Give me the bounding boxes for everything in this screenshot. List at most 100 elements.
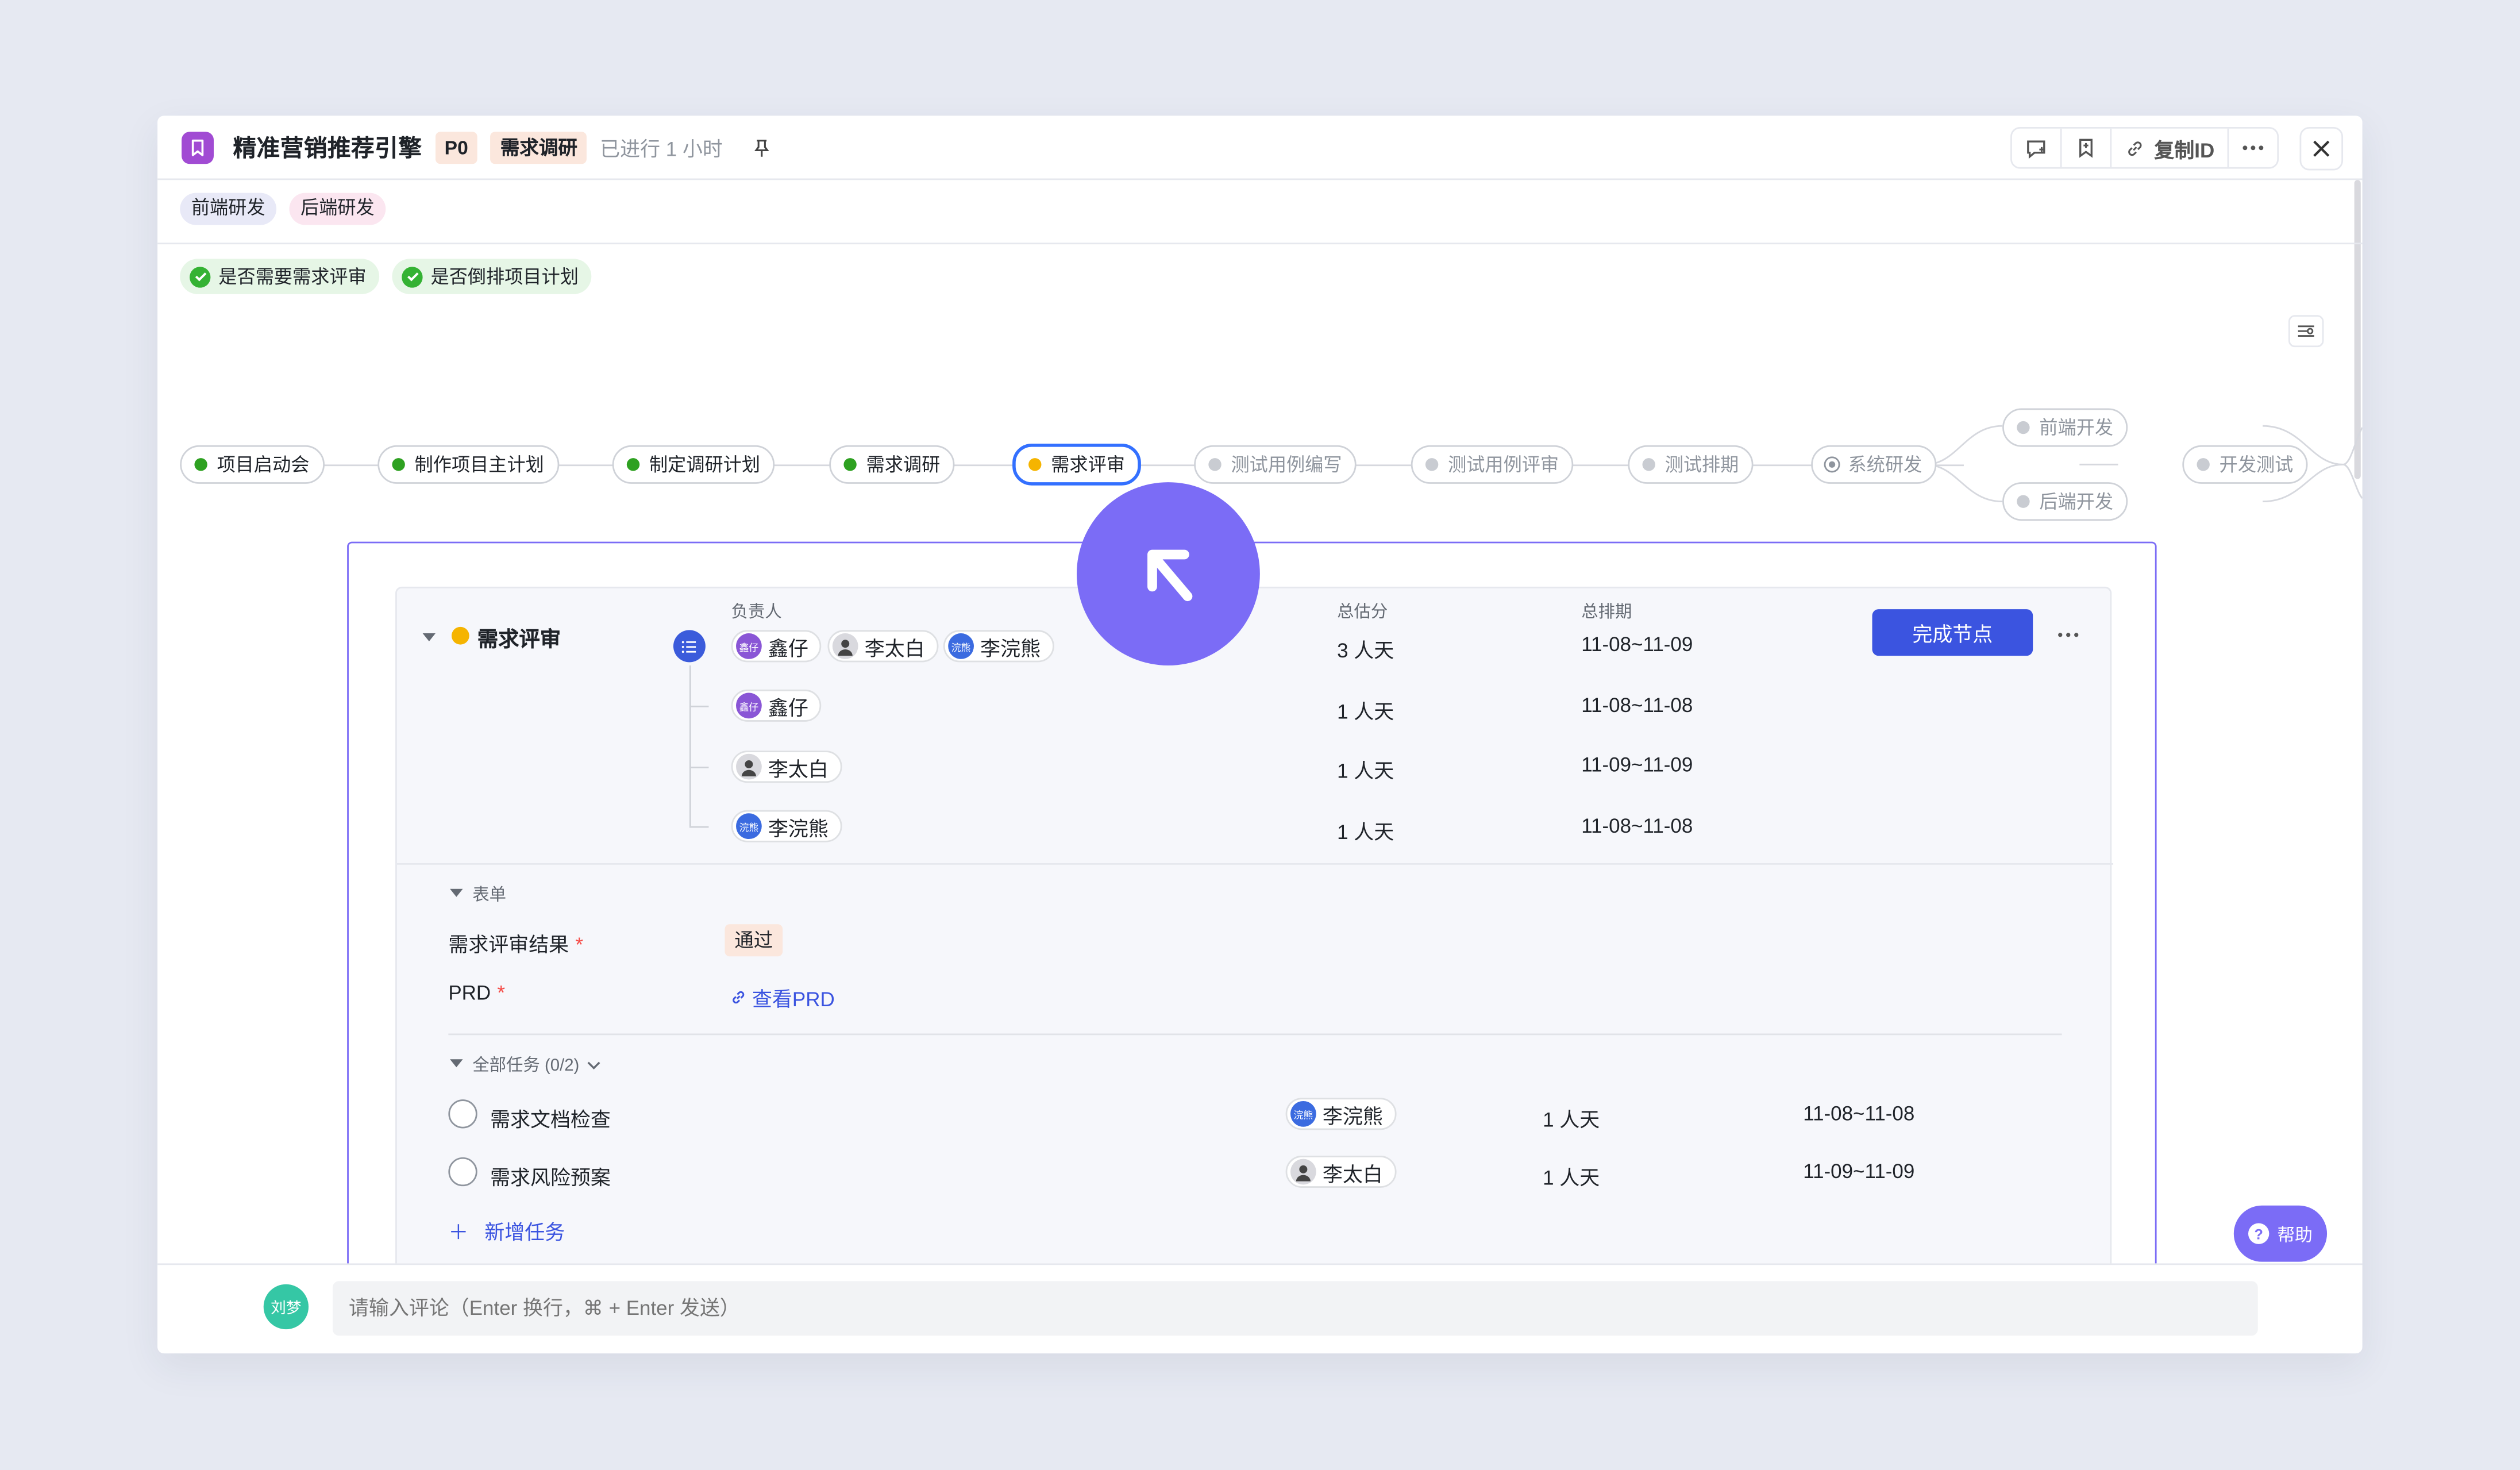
flow-node-dev-test[interactable]: 开发测试 <box>2182 445 2308 484</box>
flow-node-research[interactable]: 需求调研 <box>829 445 955 484</box>
tasks-section-title[interactable]: 全部任务 (0/2) <box>472 1053 600 1077</box>
flow-node-label: 系统研发 <box>1848 456 1922 476</box>
owner-chip[interactable]: 鑫仔 鑫仔 <box>731 630 822 663</box>
task-checkbox[interactable] <box>448 1099 477 1129</box>
node-detail-panel: 需求评审 负责人 总估分 总排期 鑫仔 鑫仔 李太白 浣熊 李浣熊 3 人天 1… <box>347 541 2157 1294</box>
close-button[interactable] <box>2299 126 2344 171</box>
task-name[interactable]: 需求风险预案 <box>490 1160 611 1191</box>
owner-name: 李浣熊 <box>980 637 1041 660</box>
flow-node-label: 需求调研 <box>866 456 941 476</box>
owner-name: 李浣熊 <box>768 817 829 840</box>
review-result-value[interactable]: 通过 <box>725 924 783 957</box>
bookmark-add-icon[interactable] <box>2063 128 2113 167</box>
phase-badge[interactable]: 需求调研 <box>490 130 587 163</box>
copy-id-button[interactable]: 复制ID <box>2113 128 2229 167</box>
pin-icon[interactable] <box>752 137 771 157</box>
row-schedule: 11-08~11-08 <box>1581 815 1693 838</box>
avatar: 浣熊 <box>736 813 762 840</box>
status-dot <box>1028 458 1042 471</box>
owner-chip[interactable]: 李太白 <box>1285 1156 1396 1188</box>
elapsed-time: 已进行 1 小时 <box>600 138 723 161</box>
divider <box>448 1033 2062 1036</box>
owner-name: 李太白 <box>768 757 829 780</box>
copy-id-label: 复制ID <box>2154 138 2215 162</box>
flow-node-test-schedule[interactable]: 测试排期 <box>1628 445 1754 484</box>
tag-backend[interactable]: 后端研发 <box>289 193 386 225</box>
chevron-down-icon <box>587 1061 600 1069</box>
priority-badge[interactable]: P0 <box>434 130 478 163</box>
check-reverse-plan[interactable]: 是否倒排项目计划 <box>392 259 592 294</box>
flow-node-frontend-dev[interactable]: 前端开发 <box>2002 408 2128 447</box>
schedule-header: 总排期 <box>1581 602 1632 622</box>
flow-node-label: 测试用例评审 <box>1448 456 1559 476</box>
avatar <box>736 753 762 780</box>
tag-frontend[interactable]: 前端研发 <box>180 193 277 225</box>
node-summary: 需求评审 负责人 总估分 总排期 鑫仔 鑫仔 李太白 浣熊 李浣熊 3 人天 1… <box>396 588 2114 865</box>
link-icon <box>2129 140 2143 155</box>
add-task-button[interactable]: ＋ 新增任务 <box>448 1215 565 1246</box>
status-dot <box>1208 458 1222 471</box>
status-dot <box>1825 458 1839 471</box>
owner-chip[interactable]: 浣熊 李浣熊 <box>731 810 842 842</box>
comment-icon[interactable] <box>2013 128 2063 167</box>
owner-chip[interactable]: 李太白 <box>731 751 842 783</box>
help-icon: ? <box>2248 1223 2269 1244</box>
flow-node-testcase-write[interactable]: 测试用例编写 <box>1194 445 1357 484</box>
complete-node-button[interactable]: 完成节点 <box>1872 609 2033 656</box>
prd-link[interactable]: 查看PRD <box>730 982 835 1013</box>
row-estimate: 1 人天 <box>1337 760 1394 783</box>
avatar: 鑫仔 <box>736 692 762 719</box>
flow-node-review[interactable]: 需求评审 <box>1012 443 1141 486</box>
comment-input[interactable] <box>332 1281 2258 1336</box>
bookmark-icon <box>182 130 214 163</box>
avatar: 鑫仔 <box>736 633 762 659</box>
node-title: 需求评审 <box>477 626 561 651</box>
flow-node-kickoff[interactable]: 项目启动会 <box>180 445 324 484</box>
window-header: 精准营销推荐引擎 P0 需求调研 已进行 1 小时 复制ID <box>157 116 2363 180</box>
status-dot <box>2197 458 2210 471</box>
help-button[interactable]: ? 帮助 <box>2233 1205 2328 1262</box>
flow-node-system-dev[interactable]: 系统研发 <box>1811 445 1937 484</box>
plus-icon: ＋ <box>448 1221 469 1244</box>
close-icon <box>2313 140 2330 157</box>
check-list: 是否需要需求评审 是否倒排项目计划 <box>180 259 592 294</box>
avatar: 浣熊 <box>948 633 974 659</box>
flow-node-backend-dev[interactable]: 后端开发 <box>2002 482 2128 521</box>
flow-node-label: 后端开发 <box>2039 493 2114 513</box>
task-schedule: 11-09~11-09 <box>1803 1160 1915 1183</box>
flow-node-label: 项目启动会 <box>217 456 310 476</box>
tree-branch <box>689 767 709 768</box>
owner-chip[interactable]: 鑫仔 鑫仔 <box>731 689 822 722</box>
check-requirement-review[interactable]: 是否需要需求评审 <box>180 259 380 294</box>
owner-chip[interactable]: 浣熊 李浣熊 <box>1285 1098 1396 1130</box>
collapse-caret-icon[interactable] <box>422 633 436 642</box>
owner-chip[interactable]: 李太白 <box>827 630 938 663</box>
flow-node-master-plan[interactable]: 制作项目主计划 <box>377 445 558 484</box>
status-dot <box>1642 458 1655 471</box>
check-label: 是否倒排项目计划 <box>430 268 579 288</box>
help-label: 帮助 <box>2277 1225 2313 1245</box>
flow-node-testcase-review[interactable]: 测试用例评审 <box>1411 445 1574 484</box>
status-dot <box>843 458 857 471</box>
status-dot <box>626 458 640 471</box>
task-schedule: 11-08~11-08 <box>1803 1102 1915 1125</box>
row-estimate: 1 人天 <box>1337 821 1394 844</box>
tasks-caret-icon[interactable] <box>450 1059 463 1068</box>
task-name[interactable]: 需求文档检查 <box>490 1103 611 1133</box>
header-actions: 复制ID <box>2011 126 2279 169</box>
subtask-list-icon[interactable] <box>673 630 706 663</box>
view-settings-button[interactable] <box>2288 315 2324 348</box>
tree-branch <box>689 705 709 707</box>
field-label-review-result: 需求评审结果 * <box>448 934 584 957</box>
owner-name: 李浣熊 <box>1322 1105 1383 1128</box>
form-caret-icon[interactable] <box>450 888 463 897</box>
task-checkbox[interactable] <box>448 1157 477 1187</box>
owner-chip[interactable]: 浣熊 李浣熊 <box>943 630 1054 663</box>
more-icon[interactable] <box>2229 129 2277 167</box>
status-dot <box>1425 458 1439 471</box>
status-dot <box>392 458 405 471</box>
divider <box>157 243 2363 245</box>
flow-node-research-plan[interactable]: 制定调研计划 <box>612 445 775 484</box>
owner-name: 李太白 <box>864 637 925 660</box>
more-icon[interactable] <box>2057 632 2079 638</box>
